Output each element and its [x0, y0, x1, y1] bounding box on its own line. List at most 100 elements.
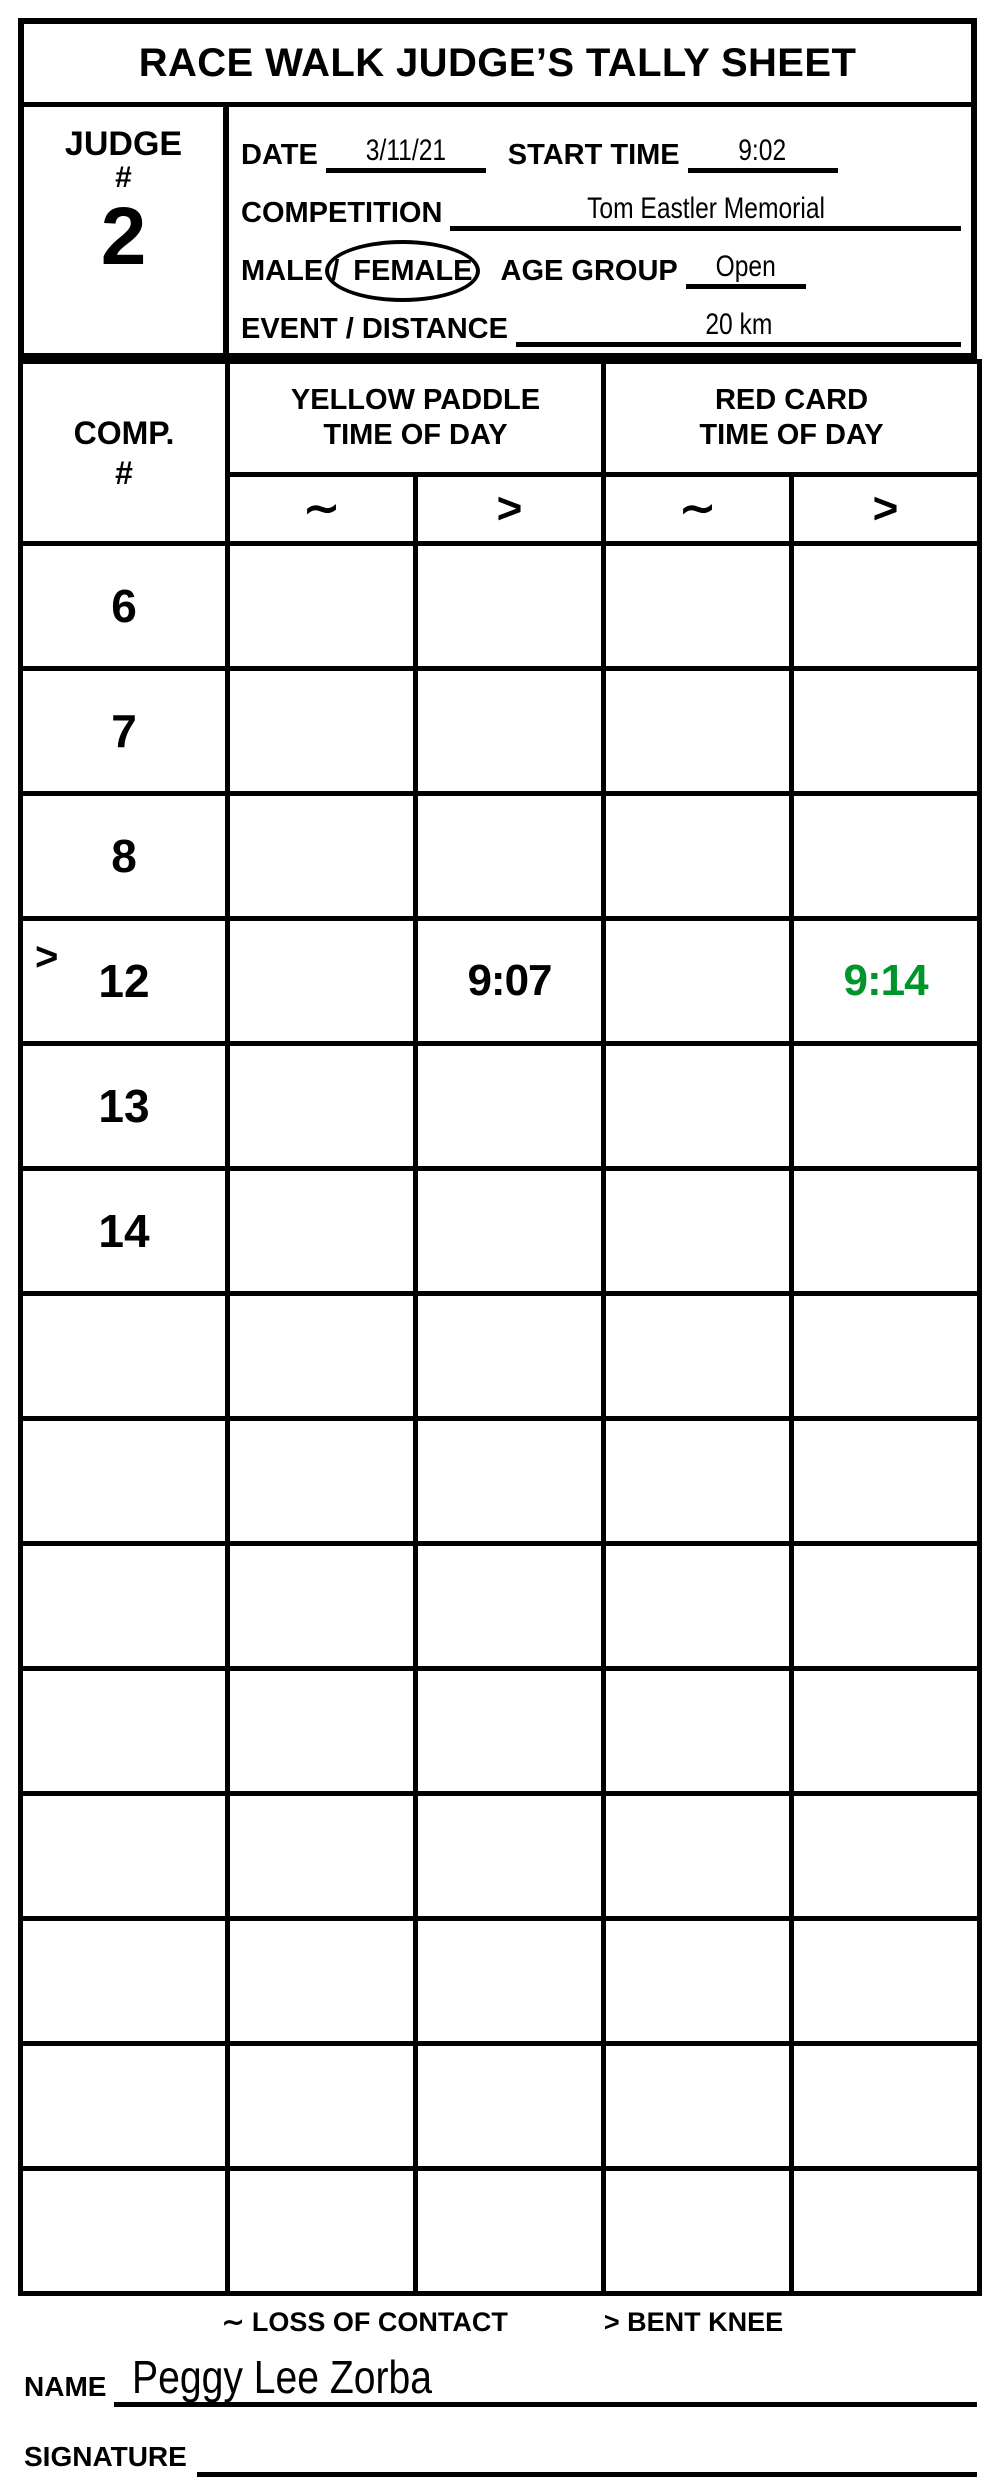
- red-bent-knee-cell[interactable]: [788, 1041, 983, 1171]
- red-bent-knee-cell[interactable]: [788, 541, 983, 671]
- tally-sheet: RACE WALK JUDGE’S TALLY SHEET JUDGE # 2 …: [18, 18, 983, 2477]
- comp-number-cell[interactable]: >12: [18, 916, 230, 1046]
- table-row: [18, 1666, 983, 1796]
- yellow-loss-of-contact-cell[interactable]: [225, 1041, 418, 1171]
- yellow-header-line2: TIME OF DAY: [323, 419, 508, 451]
- yellow-bent-knee-cell[interactable]: [413, 1916, 606, 2046]
- red-loss-of-contact-cell[interactable]: [601, 666, 794, 796]
- red-loss-of-contact-cell[interactable]: [601, 1416, 794, 1546]
- red-loss-of-contact-cell[interactable]: [601, 791, 794, 921]
- red-loss-of-contact-cell[interactable]: [601, 1791, 794, 1921]
- yellow-loss-of-contact-cell[interactable]: [225, 541, 418, 671]
- red-loss-of-contact-cell[interactable]: [601, 2166, 794, 2296]
- yellow-loss-of-contact-cell[interactable]: [225, 666, 418, 796]
- red-bent-knee-cell[interactable]: [788, 2166, 983, 2296]
- date-field[interactable]: 3/11/21: [325, 124, 486, 173]
- comp-number-cell[interactable]: 14: [18, 1166, 230, 1296]
- red-bent-knee-cell[interactable]: [788, 666, 983, 796]
- male-label[interactable]: MALE /: [241, 257, 339, 289]
- yellow-loss-of-contact-cell[interactable]: [225, 1666, 418, 1796]
- comp-number-value: 14: [98, 1205, 150, 1257]
- red-loss-of-contact-cell[interactable]: [601, 916, 794, 1046]
- gender-age-row: MALE / FEMALE AGE GROUP Open: [241, 237, 961, 302]
- red-bent-knee-cell[interactable]: [788, 1791, 983, 1921]
- info-fields: DATE 3/11/21 START TIME 9:02 COMPETITION…: [229, 107, 971, 353]
- yellow-bent-knee-cell[interactable]: [413, 1541, 606, 1671]
- tally-table-body: 6 7 8 >12 9:07 9:14 13 14: [18, 541, 983, 2296]
- yellow-loss-of-contact-cell[interactable]: [225, 916, 418, 1046]
- header-row-groups: COMP. # YELLOW PADDLE TIME OF DAY RED CA…: [18, 359, 983, 546]
- comp-number-cell[interactable]: 7: [18, 666, 230, 796]
- red-loss-of-contact-cell[interactable]: [601, 2041, 794, 2171]
- start-time-field[interactable]: 9:02: [687, 124, 838, 173]
- yellow-loss-of-contact-cell[interactable]: [225, 2041, 418, 2171]
- red-bent-knee-cell[interactable]: [788, 1291, 983, 1421]
- red-loss-of-contact-cell[interactable]: [601, 1166, 794, 1296]
- comp-number-cell[interactable]: [18, 1791, 230, 1921]
- name-field[interactable]: Peggy Lee Zorba: [114, 2350, 977, 2407]
- comp-number-value: 6: [111, 580, 137, 632]
- yellow-bent-knee-cell[interactable]: [413, 1291, 606, 1421]
- yellow-bent-knee-cell[interactable]: [413, 2041, 606, 2171]
- red-loss-of-contact-cell[interactable]: [601, 1041, 794, 1171]
- yellow-bent-knee-cell[interactable]: [413, 1041, 606, 1171]
- yellow-bent-knee-cell[interactable]: [413, 1666, 606, 1796]
- red-bent-knee-cell[interactable]: [788, 1666, 983, 1796]
- yellow-loss-of-contact-cell[interactable]: [225, 2166, 418, 2296]
- event-distance-field[interactable]: 20 km: [515, 298, 961, 347]
- yellow-loss-of-contact-cell[interactable]: [225, 791, 418, 921]
- red-bent-knee-cell[interactable]: [788, 791, 983, 921]
- yellow-loss-of-contact-cell[interactable]: [225, 1791, 418, 1921]
- yellow-bent-knee-cell[interactable]: 9:07: [413, 916, 606, 1046]
- red-bent-knee-cell[interactable]: [788, 2041, 983, 2171]
- tally-table: COMP. # YELLOW PADDLE TIME OF DAY RED CA…: [18, 359, 983, 2296]
- comp-number-cell[interactable]: [18, 1291, 230, 1421]
- red-bent-knee-cell[interactable]: [788, 1541, 983, 1671]
- comp-number-cell[interactable]: [18, 1541, 230, 1671]
- yellow-paddle-group-header: YELLOW PADDLE TIME OF DAY: [225, 359, 606, 477]
- yellow-bent-knee-cell[interactable]: [413, 541, 606, 671]
- comp-number-cell[interactable]: 8: [18, 791, 230, 921]
- comp-number-cell[interactable]: [18, 2166, 230, 2296]
- comp-number-cell[interactable]: [18, 1416, 230, 1546]
- red-loss-of-contact-cell[interactable]: [601, 541, 794, 671]
- competition-field[interactable]: Tom Eastler Memorial: [450, 182, 961, 231]
- yellow-bent-knee-cell[interactable]: [413, 666, 606, 796]
- comp-number-cell[interactable]: [18, 2041, 230, 2171]
- comp-number-cell[interactable]: [18, 1916, 230, 2046]
- age-group-field[interactable]: Open: [685, 240, 806, 289]
- yellow-bent-knee-cell[interactable]: [413, 1791, 606, 1921]
- red-header-line1: RED CARD: [714, 383, 869, 416]
- comp-number-value: 13: [98, 1080, 150, 1132]
- bent-knee-icon: >: [872, 484, 899, 534]
- comp-number-cell[interactable]: 13: [18, 1041, 230, 1171]
- comp-number-cell[interactable]: [18, 1666, 230, 1796]
- signature-field[interactable]: [196, 2442, 977, 2477]
- female-label: FEMALE: [353, 255, 473, 287]
- red-bent-knee-cell[interactable]: [788, 1916, 983, 2046]
- red-loss-of-contact-cell[interactable]: [601, 1666, 794, 1796]
- yellow-bent-knee-cell[interactable]: [413, 1166, 606, 1296]
- female-option[interactable]: FEMALE: [325, 240, 486, 302]
- yellow-loss-of-contact-cell[interactable]: [225, 1291, 418, 1421]
- name-label: NAME: [24, 2371, 107, 2402]
- yellow-bent-knee-cell[interactable]: [413, 2166, 606, 2296]
- red-loss-of-contact-cell[interactable]: [601, 1291, 794, 1421]
- red-bent-knee-cell[interactable]: 9:14: [788, 916, 983, 1046]
- red-bent-knee-cell[interactable]: [788, 1416, 983, 1546]
- yellow-loss-of-contact-cell[interactable]: [225, 1166, 418, 1296]
- red-loss-of-contact-cell[interactable]: [601, 1916, 794, 2046]
- yellow-bent-knee-cell[interactable]: [413, 1416, 606, 1546]
- red-loss-of-contact-cell[interactable]: [601, 1541, 794, 1671]
- event-distance-value: 20 km: [704, 308, 772, 341]
- comp-number-cell[interactable]: 6: [18, 541, 230, 671]
- yellow-bent-knee-cell[interactable]: [413, 791, 606, 921]
- comp-number-value: 7: [111, 705, 137, 757]
- table-row: 13: [18, 1041, 983, 1171]
- tally-table-head: COMP. # YELLOW PADDLE TIME OF DAY RED CA…: [18, 359, 983, 546]
- yellow-loss-of-contact-cell[interactable]: [225, 1916, 418, 2046]
- comp-number-value: 12: [98, 955, 150, 1007]
- yellow-loss-of-contact-cell[interactable]: [225, 1541, 418, 1671]
- red-bent-knee-cell[interactable]: [788, 1166, 983, 1296]
- yellow-loss-of-contact-cell[interactable]: [225, 1416, 418, 1546]
